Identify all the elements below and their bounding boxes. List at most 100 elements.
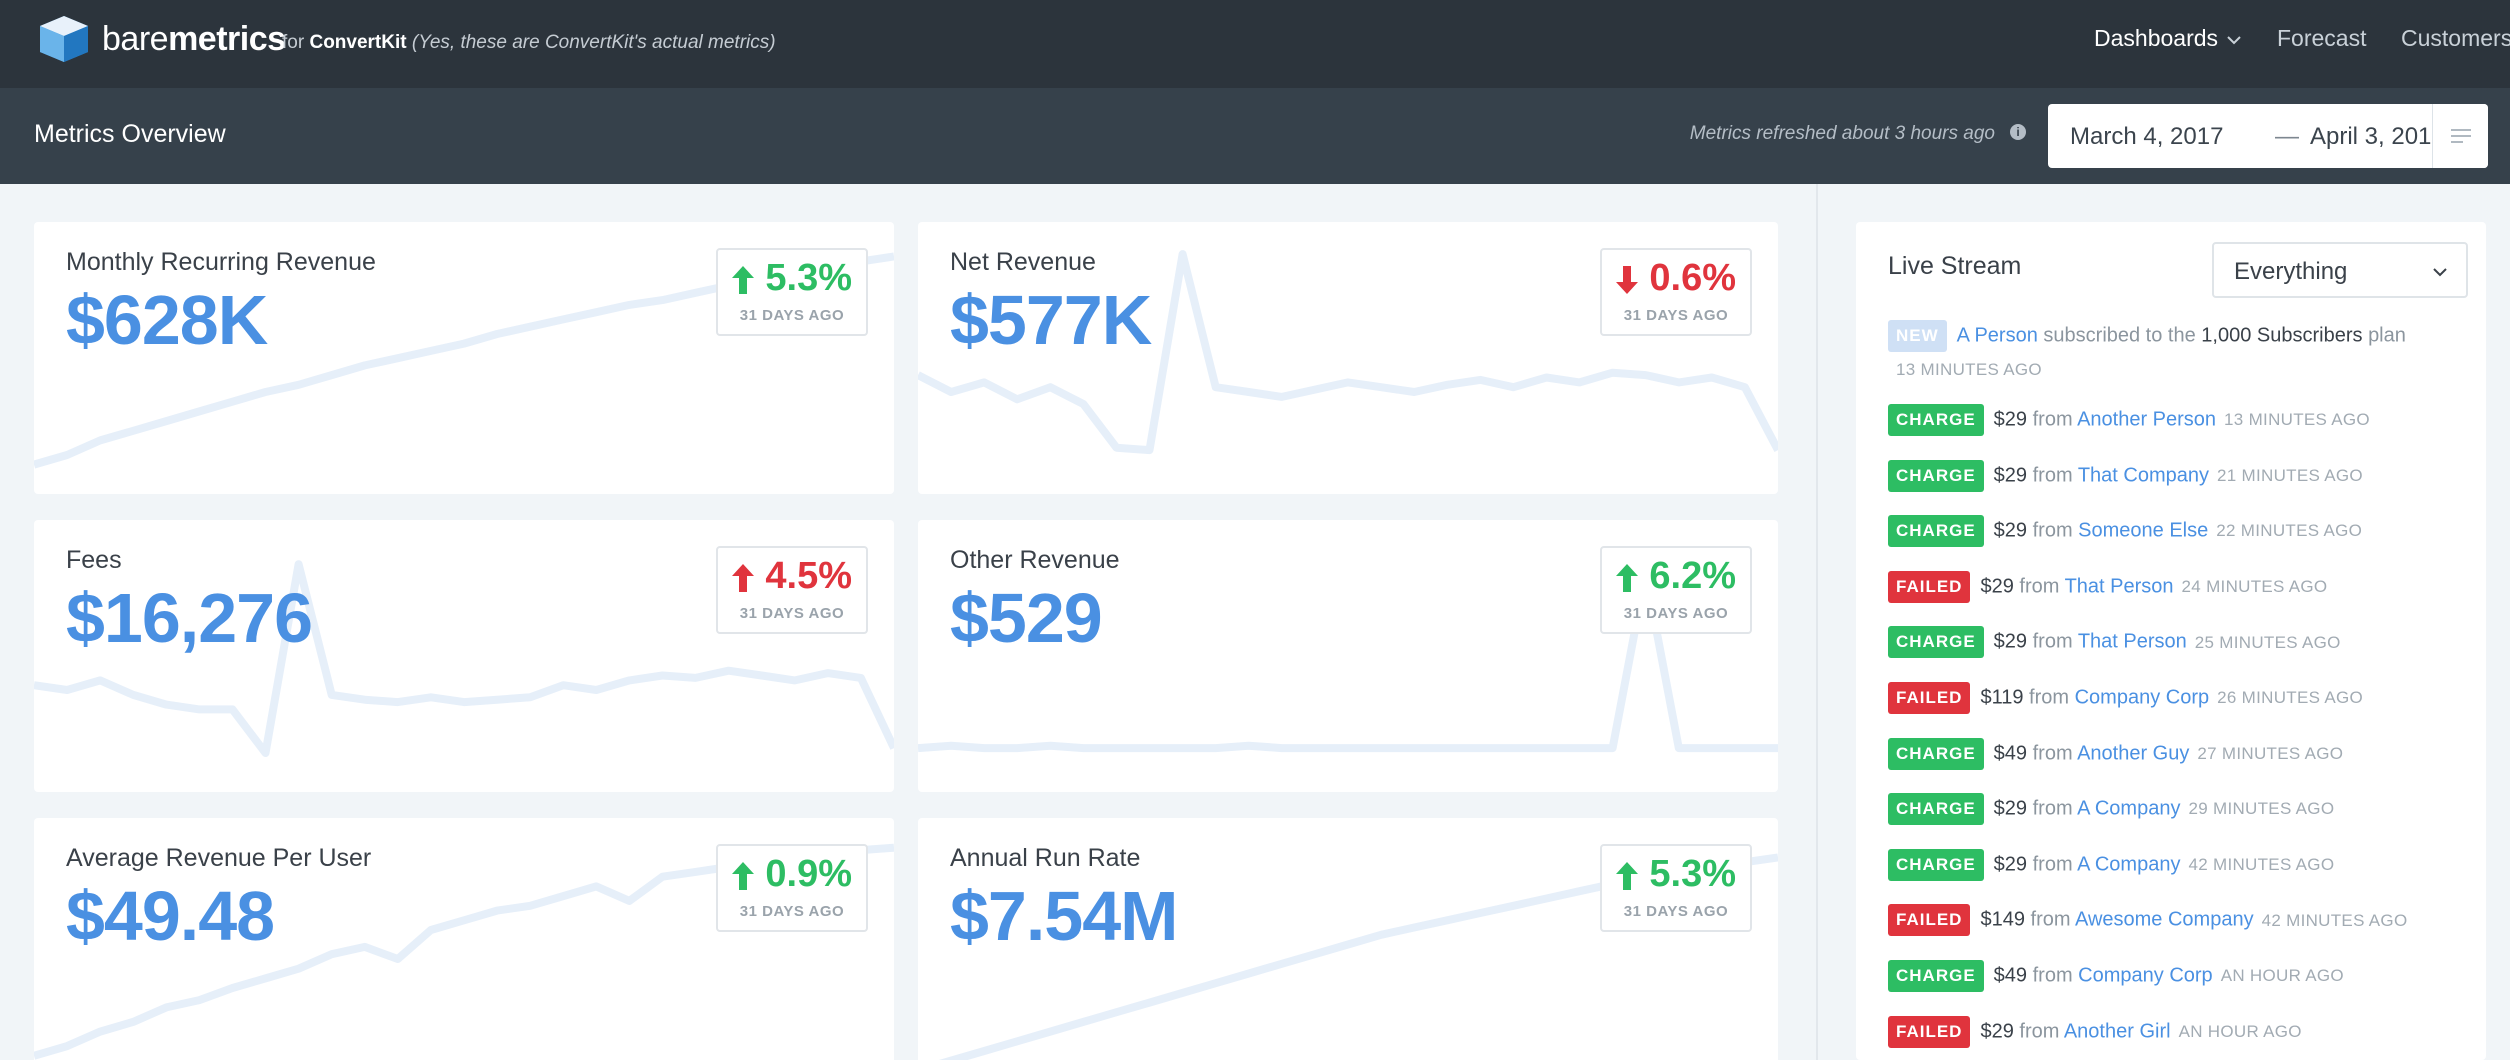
- failed-tag: FAILED: [1888, 570, 1971, 603]
- page-header-bar: Metrics Overview Metrics refreshed about…: [0, 88, 2510, 184]
- change-badge: 5.3% 31 DAYS AGO: [716, 248, 868, 336]
- metric-value: $49.48: [66, 877, 275, 955]
- date-to[interactable]: April 3, 2017: [2310, 123, 2445, 151]
- metric-label: Fees: [66, 546, 122, 574]
- nav-dashboards[interactable]: Dashboards: [2094, 25, 2242, 52]
- charge-tag: CHARGE: [1888, 459, 1984, 492]
- page-title: Metrics Overview: [34, 120, 226, 148]
- event-amount: $29: [1993, 630, 2028, 653]
- date-options-button[interactable]: [2432, 104, 2488, 168]
- event-customer-link[interactable]: A Company: [2077, 797, 2180, 819]
- event-amount: $29: [1980, 1019, 2014, 1042]
- nav-customers[interactable]: Customers: [2401, 25, 2510, 52]
- date-separator: —: [2275, 123, 2299, 150]
- change-period: 31 DAYS AGO: [1623, 605, 1729, 622]
- event-time: 29 MINUTES AGO: [2188, 799, 2335, 819]
- arrow-up-icon: [1616, 862, 1638, 890]
- refreshed-status: Metrics refreshed about 3 hours ago: [1689, 123, 1995, 144]
- event-customer-link[interactable]: That Person: [2078, 631, 2187, 653]
- metric-card[interactable]: Monthly Recurring Revenue $628K 5.3% 31 DAY…: [34, 222, 894, 494]
- event-time: 27 MINUTES AGO: [2197, 743, 2344, 763]
- change-badge: 0.9% 31 DAYS AGO: [716, 844, 868, 932]
- event-customer-link[interactable]: A Person: [1957, 324, 2038, 346]
- metric-label: Monthly Recurring Revenue: [66, 248, 376, 276]
- event-customer-link[interactable]: Awesome Company: [2075, 909, 2254, 931]
- metric-value: $529: [950, 579, 1103, 657]
- metric-card[interactable]: Net Revenue $577K 0.6% 31 DAYS AGO: [918, 222, 1778, 494]
- metric-label: Annual Run Rate: [950, 844, 1141, 872]
- event-customer-link[interactable]: A Company: [2077, 853, 2180, 875]
- event-time: 24 MINUTES AGO: [2181, 577, 2328, 597]
- event-customer-link[interactable]: Company Corp: [2078, 964, 2213, 986]
- stream-event: FAILED $29 from That Person 24 MINUTES AGO: [1888, 570, 2328, 603]
- change-period: 31 DAYS AGO: [739, 307, 845, 324]
- change-period: 31 DAYS AGO: [739, 903, 845, 920]
- customer-name: ConvertKit: [309, 32, 407, 53]
- metric-value: $628K: [66, 281, 268, 359]
- stream-event: CHARGE $29 from A Company 29 MINUTES AGO: [1888, 793, 2335, 826]
- change-percent: 6.2%: [1649, 555, 1736, 597]
- event-amount: $29: [1980, 575, 2014, 598]
- change-badge: 0.6% 31 DAYS AGO: [1600, 248, 1752, 336]
- event-amount: $29: [1993, 519, 2028, 542]
- event-time: AN HOUR AGO: [2178, 1021, 2302, 1041]
- change-percent: 4.5%: [765, 555, 852, 597]
- metric-card[interactable]: Annual Run Rate $7.54M 5.3% 31 DAYS AGO: [918, 818, 1778, 1060]
- brand-tagline: (Yes, these are ConvertKit's actual metr…: [411, 32, 776, 53]
- metric-label: Net Revenue: [950, 248, 1096, 276]
- top-navigation-bar: baremetrics for ConvertKit (Yes, these a…: [0, 0, 2510, 88]
- arrow-up-icon: [732, 564, 754, 592]
- stream-event-new: NEW A Person subscribed to the 1,000 Subs…: [1888, 320, 2406, 352]
- event-customer-link[interactable]: Another Guy: [2077, 742, 2189, 764]
- arrow-up-icon: [732, 862, 754, 890]
- stream-event-new-time: 13 MINUTES AGO: [1896, 360, 2042, 379]
- stream-event: CHARGE $29 from A Company 42 MINUTES AGO: [1888, 848, 2334, 881]
- change-badge: 4.5% 31 DAYS AGO: [716, 546, 868, 634]
- arrow-down-icon: [1616, 266, 1638, 294]
- charge-tag: CHARGE: [1888, 848, 1984, 881]
- event-time: 25 MINUTES AGO: [2194, 632, 2341, 652]
- event-customer-link[interactable]: That Company: [2078, 464, 2209, 486]
- event-amount: $29: [1993, 797, 2028, 820]
- date-from[interactable]: March 4, 2017: [2070, 123, 2223, 151]
- stream-event: CHARGE $29 from Another Person 13 MINUTES …: [1888, 404, 2370, 436]
- metric-label: Average Revenue Per User: [66, 844, 372, 872]
- stream-event: FAILED $119 from Company Corp 26 MINUTES A…: [1888, 682, 2363, 714]
- event-customer-link[interactable]: Company Corp: [2075, 686, 2210, 708]
- event-customer-link[interactable]: Someone Else: [2078, 519, 2208, 541]
- baremetrics-logo-icon[interactable]: [36, 14, 92, 64]
- stream-filter-select[interactable]: Everything: [2212, 242, 2468, 298]
- metric-value: $16,276: [66, 579, 313, 657]
- event-time: 13 MINUTES AGO: [2224, 410, 2370, 430]
- stream-event: CHARGE $29 from That Company 21 MINUTES AG…: [1888, 459, 2363, 492]
- plan-name: 1,000 Subscribers: [2201, 324, 2363, 347]
- metric-value: $577K: [950, 281, 1152, 359]
- event-customer-link[interactable]: Another Girl: [2064, 1020, 2171, 1042]
- event-customer-link[interactable]: That Person: [2065, 575, 2174, 597]
- event-amount: $29: [1993, 408, 2028, 431]
- nav-forecast[interactable]: Forecast: [2277, 25, 2366, 52]
- event-time: 42 MINUTES AGO: [2261, 910, 2408, 930]
- info-icon[interactable]: i: [2010, 124, 2026, 140]
- event-amount: $29: [1993, 463, 2028, 486]
- stream-event: CHARGE $49 from Another Guy 27 MINUTES AGO: [1888, 737, 2344, 770]
- change-badge: 5.3% 31 DAYS AGO: [1600, 844, 1752, 932]
- charge-tag: CHARGE: [1888, 626, 1984, 659]
- date-range-picker[interactable]: March 4, 2017 — April 3, 2017: [2048, 104, 2488, 168]
- change-badge: 6.2% 31 DAYS AGO: [1600, 546, 1752, 634]
- metric-card[interactable]: Average Revenue Per User $49.48 0.9% 31 DAY…: [34, 818, 894, 1060]
- change-period: 31 DAYS AGO: [1623, 307, 1729, 324]
- change-period: 31 DAYS AGO: [739, 605, 845, 622]
- metric-card[interactable]: Fees $16,276 4.5% 31 DAYS AGO: [34, 520, 894, 792]
- event-time: AN HOUR AGO: [2220, 966, 2344, 986]
- charge-tag: CHARGE: [1888, 737, 1984, 770]
- event-amount: $49: [1993, 741, 2028, 764]
- stream-event: CHARGE $29 from That Person 25 MINUTES AGO: [1888, 626, 2341, 659]
- chevron-down-icon: [2227, 36, 2241, 45]
- change-percent: 0.6%: [1649, 257, 1736, 299]
- event-time: 22 MINUTES AGO: [2216, 521, 2363, 541]
- event-customer-link[interactable]: Another Person: [2077, 408, 2216, 430]
- arrow-up-icon: [1616, 564, 1638, 592]
- metric-card[interactable]: Other Revenue $529 6.2% 31 DAYS AGO: [918, 520, 1778, 792]
- brand-name[interactable]: baremetrics: [102, 20, 286, 59]
